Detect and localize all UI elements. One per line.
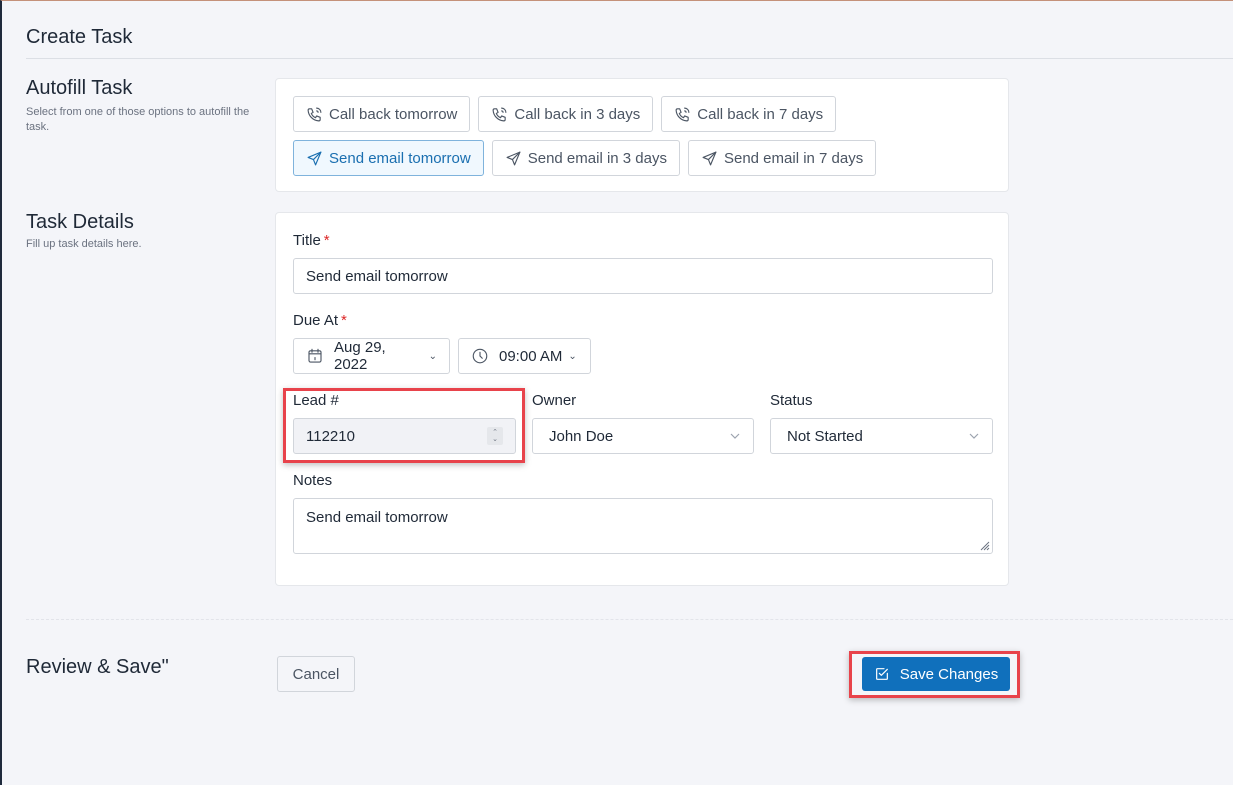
- review-heading: Review & Save": [26, 656, 169, 678]
- chip-label: Call back tomorrow: [329, 105, 458, 123]
- send-icon: [702, 151, 717, 165]
- due-time-picker[interactable]: 09:00 AM ⌄: [458, 338, 591, 374]
- chip-label: Send email in 3 days: [527, 149, 667, 167]
- autofill-call-options: Call back tomorrow Call back in 3 days C…: [293, 96, 837, 132]
- title-input-value: Send email tomorrow: [306, 267, 448, 285]
- chevron-down-icon: ⌄: [568, 350, 577, 362]
- due-date-value: Aug 29, 2022: [334, 339, 386, 373]
- number-spinner[interactable]: ⌃ ⌄: [487, 427, 503, 445]
- title-divider: [26, 58, 1233, 59]
- clock-icon: [472, 348, 488, 364]
- phone-call-icon: [492, 107, 507, 121]
- title-input[interactable]: Send email tomorrow: [293, 258, 993, 294]
- title-label: Title *: [293, 232, 330, 249]
- page-title: Create Task: [26, 26, 133, 48]
- notes-value: Send email tomorrow: [306, 509, 448, 526]
- phone-call-icon: [307, 107, 322, 121]
- spinner-down-icon[interactable]: ⌄: [492, 436, 498, 443]
- details-heading: Task Details: [26, 211, 134, 233]
- notes-textarea[interactable]: Send email tomorrow: [293, 498, 993, 554]
- required-mark: *: [341, 312, 347, 329]
- lead-number-value: 112210: [306, 427, 355, 445]
- cancel-button[interactable]: Cancel: [277, 656, 355, 692]
- send-icon: [506, 151, 521, 165]
- chevron-down-icon: [969, 433, 979, 439]
- autofill-email-options: Send email tomorrow Send email in 3 days…: [293, 140, 877, 176]
- due-at-label-text: Due At: [293, 312, 339, 329]
- chip-label: Call back in 7 days: [697, 105, 824, 123]
- create-task-page: Create Task Autofill Task Select from on…: [0, 0, 1233, 785]
- notes-label: Notes: [293, 472, 333, 489]
- chip-label: Send email in 7 days: [723, 149, 864, 167]
- details-section-header: Task Details Fill up task details here.: [26, 210, 266, 252]
- autofill-call-back-3-days-button[interactable]: Call back in 3 days: [478, 96, 654, 132]
- chevron-down-icon: ⌄: [428, 350, 437, 362]
- section-divider: [26, 619, 1233, 620]
- autofill-heading: Autofill Task: [26, 77, 133, 99]
- autofill-send-email-tomorrow-button[interactable]: Send email tomorrow: [293, 140, 484, 176]
- details-description: Fill up task details here.: [26, 238, 142, 250]
- save-changes-button[interactable]: Save Changes: [862, 657, 1010, 691]
- chevron-down-icon: [730, 433, 740, 439]
- phone-call-icon: [675, 107, 690, 121]
- autofill-send-email-7-days-button[interactable]: Send email in 7 days: [687, 140, 877, 176]
- owner-label: Owner: [532, 392, 577, 409]
- chip-label: Send email tomorrow: [329, 149, 471, 167]
- checkbox-check-icon: [875, 668, 888, 680]
- send-icon: [307, 151, 322, 165]
- status-value: Not Started: [787, 427, 863, 445]
- status-select[interactable]: Not Started: [770, 418, 993, 454]
- due-time-value: 09:00 AM: [499, 347, 563, 365]
- autofill-card: Call back tomorrow Call back in 3 days C…: [275, 78, 1009, 192]
- chip-label: Call back in 3 days: [514, 105, 641, 123]
- autofill-description: Select from one of those options to auto…: [26, 106, 250, 133]
- owner-value: John Doe: [549, 427, 614, 445]
- autofill-send-email-3-days-button[interactable]: Send email in 3 days: [491, 140, 680, 176]
- calendar-icon: [308, 348, 322, 363]
- due-date-picker[interactable]: Aug 29, 2022 ⌄: [293, 338, 450, 374]
- task-details-card: Title * Send email tomorrow Due At * Aug 2…: [275, 212, 1009, 586]
- owner-select[interactable]: John Doe: [532, 418, 754, 454]
- title-label-text: Title: [293, 232, 321, 249]
- lead-label: Lead #: [293, 392, 339, 409]
- due-at-label: Due At *: [293, 312, 347, 329]
- autofill-call-back-tomorrow-button[interactable]: Call back tomorrow: [293, 96, 471, 132]
- required-mark: *: [323, 232, 330, 249]
- autofill-call-back-7-days-button[interactable]: Call back in 7 days: [661, 96, 837, 132]
- autofill-section-header: Autofill Task Select from one of those o…: [26, 76, 266, 135]
- save-changes-label: Save Changes: [899, 665, 999, 683]
- resize-handle-icon[interactable]: [978, 539, 990, 551]
- status-label: Status: [770, 392, 813, 409]
- lead-number-input[interactable]: 112210 ⌃ ⌄: [293, 418, 516, 454]
- spinner-up-icon[interactable]: ⌃: [492, 429, 498, 436]
